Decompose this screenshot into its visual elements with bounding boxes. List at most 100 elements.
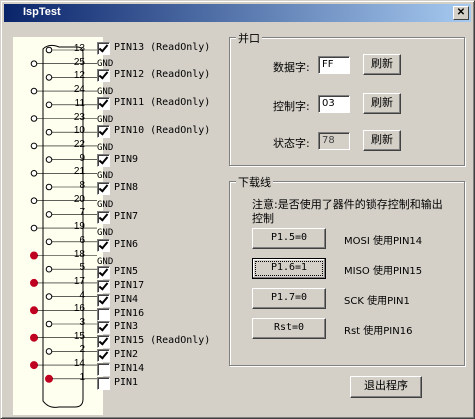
connector-pin-dot (45, 183, 53, 191)
download-toggle-button[interactable]: P1.5=0 (252, 228, 326, 249)
connector-pin-dot (30, 197, 38, 204)
close-button[interactable]: ✕ (453, 6, 469, 20)
pin-label: PIN2 (114, 349, 139, 360)
client-area: 13 25 12 24 11 23 10 22 9 21 8 20 7 19 6 18 5 17 4 16 3 15 2 14… (5, 23, 472, 416)
download-toggle-button[interactable]: P1.7=0 (252, 288, 326, 309)
gnd-label: GND (97, 59, 114, 69)
pin-checkbox[interactable] (97, 363, 110, 376)
pin-label: PIN11 (ReadOnly) (114, 97, 211, 108)
pin-checkbox[interactable] (97, 182, 110, 195)
connector-pin-dot (45, 128, 53, 136)
pin-checkbox[interactable] (97, 125, 110, 138)
gnd-label: GND (97, 257, 114, 267)
pin-label: PIN17 (114, 280, 145, 291)
control-word-field[interactable]: 03 (318, 95, 350, 113)
connector-pin-dot (30, 115, 38, 122)
data-word-label: 数据字: (273, 61, 310, 74)
connector-pin-dot (45, 46, 53, 54)
pin-label: PIN10 (ReadOnly) (114, 125, 211, 136)
pin-checkbox[interactable] (97, 308, 110, 321)
pin-checkbox[interactable] (97, 69, 110, 82)
download-toggle-button[interactable]: Rst=0 (252, 318, 326, 339)
connector-pin-dot (30, 278, 38, 287)
connector-pin-number: 14 (73, 358, 85, 370)
download-pin-description: Rst 使用PIN16 (344, 326, 413, 337)
pin-checkbox[interactable] (97, 335, 110, 348)
title-bar[interactable]: IspTest ✕ (4, 4, 471, 22)
download-cable-group: 下载线 注意:是否使用了器件的锁存控制和输出控制 P1.5=0 MOSI 使用PI… (229, 174, 465, 366)
exit-button[interactable]: 退出程序 (350, 376, 422, 398)
connector-pin-dot (30, 170, 38, 177)
connector-pin-dot (30, 87, 38, 95)
connector-pin-dot (45, 293, 53, 300)
connector-pin-number: 25 (73, 56, 85, 68)
pin-checkbox[interactable] (97, 377, 110, 390)
gnd-label: GND (97, 87, 114, 97)
connector-pin-number: 17 (73, 275, 85, 287)
refresh-control-button[interactable]: 刷新 (363, 93, 401, 114)
connector-pin-dot (30, 142, 38, 150)
pin-checkbox[interactable] (97, 280, 110, 293)
pin-label: PIN15 (ReadOnly) (114, 335, 211, 346)
gnd-label: GND (97, 200, 114, 210)
download-pin-description: MOSI 使用PIN14 (344, 236, 423, 247)
connector-pin-number: 6 (79, 234, 85, 246)
pin-checkbox[interactable] (97, 266, 110, 279)
connector-pin-number: 15 (73, 330, 85, 342)
pin-checkbox[interactable] (97, 321, 110, 334)
connector-pin-number: 3 (79, 317, 85, 328)
data-word-field[interactable]: FF (318, 56, 350, 74)
pin-label: PIN4 (114, 294, 139, 305)
parallel-port-group: 并口 数据字: FF 刷新 控制字: 03 刷新 状态字: 78 刷新 (229, 30, 465, 166)
download-pin-description: MISO 使用PIN15 (344, 266, 423, 277)
connector-pin-number: 5 (79, 262, 85, 274)
connector-pin-dot (30, 306, 38, 315)
pin-label: PIN13 (ReadOnly) (114, 42, 211, 53)
gnd-label: GND (97, 115, 114, 125)
connector-pin-dot (45, 265, 53, 273)
connector-pin-dot (45, 74, 53, 81)
control-word-label: 控制字: (273, 100, 310, 113)
connector-pin-number: 18 (73, 248, 85, 260)
pin-checkbox[interactable] (97, 154, 110, 167)
gnd-label: GND (97, 143, 114, 153)
connector-pin-number: 11 (74, 97, 85, 109)
connector-pin-dot (45, 348, 53, 355)
connector-pin-dot (45, 238, 53, 246)
pin-checkbox[interactable] (97, 239, 110, 252)
connector-pin-number: 2 (79, 344, 85, 356)
connector-pin-number: 23 (73, 111, 85, 123)
connector-pin-number: 7 (79, 207, 85, 219)
download-pin-description: SCK 使用PIN1 (344, 296, 410, 307)
connector-pin-number: 4 (79, 289, 85, 301)
pin-checkbox[interactable] (97, 349, 110, 362)
gnd-label: GND (97, 228, 114, 238)
refresh-data-button[interactable]: 刷新 (363, 54, 401, 75)
pin-label: PIN14 (114, 363, 145, 374)
download-note: 注意:是否使用了器件的锁存控制和输出控制 (252, 198, 443, 225)
pin-checkbox[interactable] (97, 294, 110, 307)
window-title: IspTest (23, 6, 61, 18)
connector-pin-number: 13 (73, 43, 85, 54)
pin-label: PIN12 (ReadOnly) (114, 69, 211, 80)
pin-label: PIN1 (114, 377, 139, 388)
pin-checkbox[interactable] (97, 97, 110, 110)
connector-pin-number: 20 (73, 193, 85, 205)
connector-pin-number: 10 (73, 125, 85, 137)
connector-pin-number: 9 (79, 152, 85, 164)
connector-pin-dot (30, 60, 38, 68)
pin-label: PIN6 (114, 239, 139, 250)
refresh-status-button[interactable]: 刷新 (363, 130, 401, 151)
connector-pin-dot (45, 156, 53, 163)
pin-label: PIN3 (114, 321, 139, 332)
connector-pin-number: 19 (73, 221, 85, 233)
pin-label: PIN5 (114, 266, 139, 277)
pin-label: PIN9 (114, 154, 139, 165)
connector-pin-number: 21 (73, 166, 85, 178)
connector-pin-number: 12 (73, 70, 85, 82)
pin-checkbox[interactable] (97, 211, 110, 224)
download-toggle-button[interactable]: P1.6=1 (252, 258, 326, 279)
pin-label: PIN16 (114, 308, 145, 319)
pin-checkbox[interactable] (97, 42, 110, 55)
connector-pin-number: 8 (79, 180, 85, 191)
